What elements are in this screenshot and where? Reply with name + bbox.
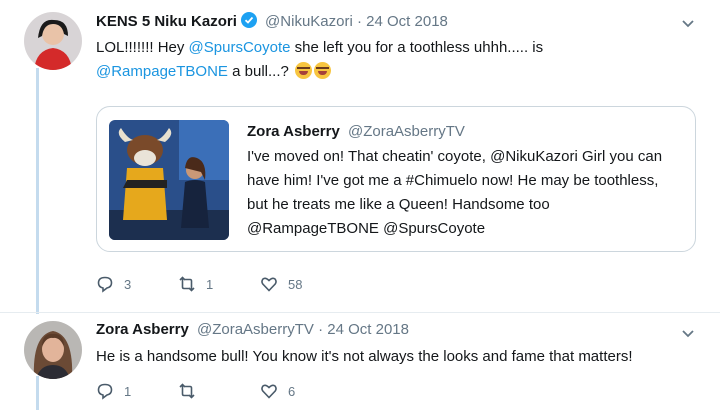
quoted-tweet-header: Zora Asberry @ZoraAsberryTV xyxy=(247,123,465,140)
chevron-down-icon[interactable] xyxy=(680,15,696,31)
avatar[interactable] xyxy=(24,12,82,70)
tweet-actions: 1 6 xyxy=(96,381,342,401)
tweet-header: KENS 5 Niku Kazori @NikuKazori · 24 Oct … xyxy=(96,12,448,30)
reply-count: 1 xyxy=(124,383,132,399)
tweet-niku-kazori[interactable]: KENS 5 Niku Kazori @NikuKazori · 24 Oct … xyxy=(0,0,720,312)
verified-badge-icon xyxy=(240,12,257,28)
thread-connector xyxy=(36,376,39,410)
avatar[interactable] xyxy=(24,321,82,379)
heart-icon xyxy=(261,277,277,292)
user-handle[interactable]: @ZoraAsberryTV xyxy=(197,321,314,338)
reply-icon xyxy=(97,383,113,400)
tweet-header: Zora Asberry @ZoraAsberryTV · 24 Oct 201… xyxy=(96,321,409,338)
quoted-tweet-text: I've moved on! That cheatin' coyote, @Ni… xyxy=(247,148,663,237)
laughing-emoji-icon xyxy=(314,62,331,79)
tweet-actions: 3 1 58 xyxy=(96,274,342,294)
separator: · xyxy=(356,13,362,30)
reply-button[interactable]: 1 xyxy=(96,382,142,400)
quoted-user-handle[interactable]: @ZoraAsberryTV xyxy=(348,123,465,140)
separator: · xyxy=(318,321,324,338)
retweet-icon xyxy=(179,276,195,292)
tweet-date[interactable]: 24 Oct 2018 xyxy=(327,321,409,338)
tweet-zora-asberry[interactable]: Zora Asberry @ZoraAsberryTV · 24 Oct 201… xyxy=(0,312,720,410)
heart-icon xyxy=(261,384,277,399)
display-name[interactable]: KENS 5 Niku Kazori xyxy=(96,13,237,30)
quoted-tweet-photo[interactable] xyxy=(109,120,229,240)
tweet-text-part: LOL!!!!!!! Hey xyxy=(96,39,189,56)
quoted-tweet[interactable]: Zora Asberry @ZoraAsberryTV I've moved o… xyxy=(96,106,696,252)
mention-link[interactable]: @SpursCoyote xyxy=(189,39,291,56)
reply-icon xyxy=(97,276,113,293)
tweet-text-part: a bull...? xyxy=(227,63,289,80)
like-button[interactable]: 58 xyxy=(260,275,306,293)
user-handle[interactable]: @NikuKazori xyxy=(265,13,353,30)
mention-link[interactable]: @RampageTBONE xyxy=(96,63,228,80)
tweet-date[interactable]: 24 Oct 2018 xyxy=(366,13,448,30)
chevron-down-icon[interactable] xyxy=(680,325,696,341)
like-count: 6 xyxy=(288,383,296,399)
retweet-icon xyxy=(179,383,195,399)
tweet-text: LOL!!!!!!! Hey @SpursCoyote she left you… xyxy=(96,36,696,84)
laughing-emoji-icon xyxy=(295,62,312,79)
retweet-count: 1 xyxy=(206,276,214,292)
retweet-button[interactable] xyxy=(178,382,224,400)
display-name[interactable]: Zora Asberry xyxy=(96,321,189,338)
like-count: 58 xyxy=(288,276,303,292)
tweet-text: He is a handsome bull! You know it's not… xyxy=(96,348,633,365)
reply-count: 3 xyxy=(124,276,132,292)
reply-button[interactable]: 3 xyxy=(96,275,142,293)
quoted-display-name[interactable]: Zora Asberry xyxy=(247,123,340,140)
tweet-text-part: she left you for a toothless uhhh..... i… xyxy=(290,39,544,56)
like-button[interactable]: 6 xyxy=(260,382,306,400)
retweet-button[interactable]: 1 xyxy=(178,275,224,293)
